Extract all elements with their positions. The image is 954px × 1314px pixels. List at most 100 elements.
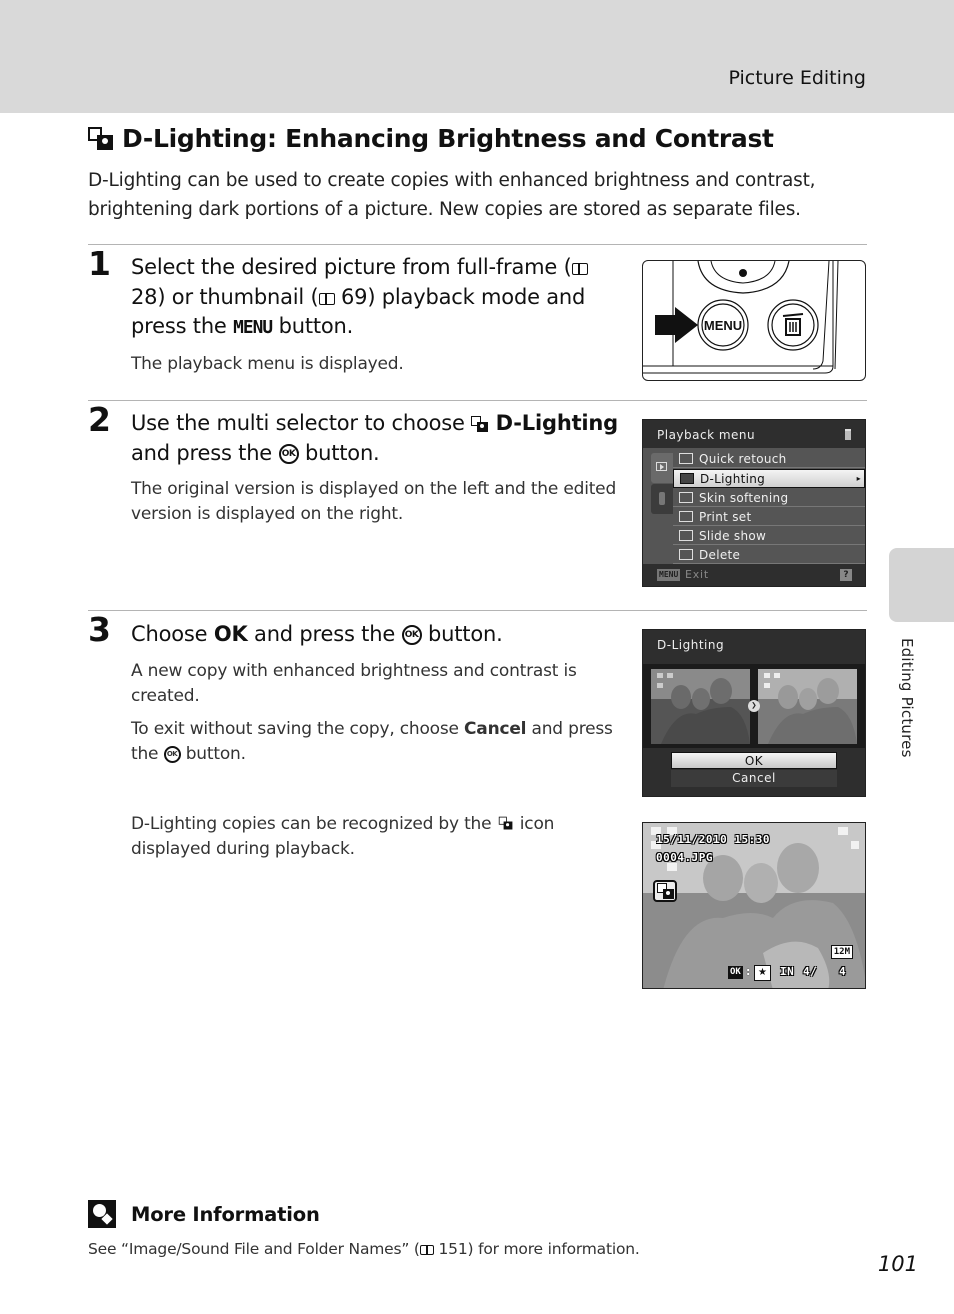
text: Select the desired picture from full-fra… <box>131 255 572 279</box>
menu-item-slide-show[interactable]: Slide show <box>673 527 865 545</box>
menu-button-icon: MENU <box>657 569 681 581</box>
step-3-body: A new copy with enhanced brightness and … <box>131 659 621 775</box>
internal-memory-icon: IN <box>780 965 795 978</box>
text: Use the multi selector to choose <box>131 411 472 435</box>
menu-item-label: Quick retouch <box>699 451 787 466</box>
ok-button-icon: OK <box>278 443 299 464</box>
edited-photo <box>758 669 857 744</box>
page-ref: 28 <box>131 284 158 309</box>
cancel-option[interactable]: Cancel <box>671 770 837 787</box>
text: button. <box>272 314 354 338</box>
text: To exit without saving the copy, choose <box>131 719 465 739</box>
text: See “Image/Sound File and Folder Names” … <box>88 1240 420 1258</box>
chevron-right-icon: ❯ <box>748 700 760 712</box>
menu-item-label: D-Lighting <box>700 471 766 486</box>
text: Choose <box>131 622 214 646</box>
text: and press the <box>247 622 402 646</box>
d-lighting-indicator <box>653 880 677 902</box>
d-lighting-icon <box>471 415 489 433</box>
d-lighting-icon <box>88 126 114 151</box>
ok-option[interactable]: OK <box>671 752 837 769</box>
frame-number: 4/ <box>803 965 818 978</box>
playback-icon <box>656 462 667 471</box>
text: and press the <box>131 440 279 465</box>
file-name: 0004.JPG <box>656 851 713 864</box>
book-icon <box>318 292 335 305</box>
menu-item-print-set[interactable]: Print set <box>673 508 865 526</box>
note-text: D-Lighting copies can be recognized by t… <box>131 812 621 862</box>
page-ref: 151 <box>438 1240 468 1258</box>
menu-item-label: Delete <box>699 547 741 562</box>
d-lighting-icon <box>680 473 694 484</box>
step-3-heading: Choose OK and press the OK button. <box>131 620 621 650</box>
d-lighting-icon <box>498 816 512 831</box>
chapter-label: Editing Pictures <box>898 638 916 758</box>
divider <box>88 400 867 401</box>
menu-item-label: Skin softening <box>699 490 789 505</box>
text: button. <box>421 622 503 646</box>
separator: : <box>746 965 751 978</box>
playback-menu-screen: Playback menu Quick retouch D-Lighting ▸ … <box>642 419 866 587</box>
skin-softening-icon <box>679 492 693 503</box>
d-lighting-note: D-Lighting copies can be recognized by t… <box>131 812 621 870</box>
step-note: The playback menu is displayed. <box>131 354 404 374</box>
menu-item-delete[interactable]: Delete <box>673 546 865 564</box>
battery-icon <box>845 429 851 440</box>
menu-item-label: Slide show <box>699 528 767 543</box>
trash-icon <box>679 549 693 560</box>
menu-button-label: MENU <box>704 318 742 333</box>
page-title-text: D-Lighting: Enhancing Brightness and Con… <box>122 124 774 153</box>
camera-illustration: MENU <box>642 260 866 381</box>
screen-title: D-Lighting <box>657 638 725 652</box>
ok-button-icon: OK <box>728 966 743 979</box>
image-size-icon: 12M <box>830 945 853 959</box>
wrench-icon <box>659 492 665 505</box>
step-note: The original version is displayed on the… <box>131 479 617 524</box>
step-number: 3 <box>88 610 111 649</box>
divider <box>88 244 867 245</box>
chapter-tab <box>889 548 954 622</box>
arrow-right-icon <box>655 307 698 343</box>
step-1-body: The playback menu is displayed. <box>131 352 621 385</box>
tab-playback[interactable] <box>651 453 673 483</box>
menu-item-quick-retouch[interactable]: Quick retouch <box>673 450 865 468</box>
more-information-title: More Information <box>131 1203 320 1226</box>
step-2-heading: Use the multi selector to choose D-Light… <box>131 409 621 468</box>
step-note: A new copy with enhanced brightness and … <box>131 661 577 706</box>
screen-title: Playback menu <box>657 428 756 442</box>
page-number: 101 <box>877 1252 918 1276</box>
menu-item-skin-softening[interactable]: Skin softening <box>673 489 865 507</box>
menu-item-d-lighting[interactable]: D-Lighting ▸ <box>673 469 865 488</box>
step-2-body: The original version is displayed on the… <box>131 477 621 535</box>
print-icon <box>679 511 693 522</box>
step-1-heading: Select the desired picture from full-fra… <box>131 253 621 343</box>
exit-label: Exit <box>685 568 710 581</box>
ok-button-icon: OK <box>163 745 181 763</box>
text: D-Lighting copies can be recognized by t… <box>131 814 497 834</box>
macro-icon <box>739 269 747 277</box>
menu-list: Quick retouch D-Lighting ▸ Skin softening… <box>673 450 865 565</box>
option-name: Cancel <box>464 719 527 739</box>
original-photo <box>651 669 750 744</box>
tab-setup[interactable] <box>651 484 673 514</box>
menu-option-name: D-Lighting <box>495 411 619 435</box>
divider <box>88 610 867 611</box>
ok-button-icon: OK <box>401 625 422 645</box>
frame-total: 4 <box>839 965 847 978</box>
text: ) for more information. <box>467 1240 640 1258</box>
more-information-body: See “Image/Sound File and Folder Names” … <box>88 1240 640 1258</box>
intro-paragraph: D-Lighting can be used to create copies … <box>88 170 816 220</box>
menu-item-label: Print set <box>699 509 752 524</box>
more-information-icon <box>88 1200 116 1228</box>
section-title: Picture Editing <box>728 67 866 89</box>
book-icon <box>571 263 588 275</box>
quick-retouch-icon <box>679 453 693 464</box>
text: ) or thumbnail ( <box>157 284 319 309</box>
d-lighting-screen: D-Lighting ❯ OK Cancel <box>642 629 866 797</box>
header-band <box>0 0 954 113</box>
text: button. <box>298 440 380 465</box>
step-number: 1 <box>88 244 111 283</box>
playback-screen: 15/11/2010 15:30 0004.JPG 12M OK : ★ IN … <box>642 822 866 989</box>
d-lighting-icon <box>657 883 675 900</box>
page-title: D-Lighting: Enhancing Brightness and Con… <box>88 124 774 153</box>
